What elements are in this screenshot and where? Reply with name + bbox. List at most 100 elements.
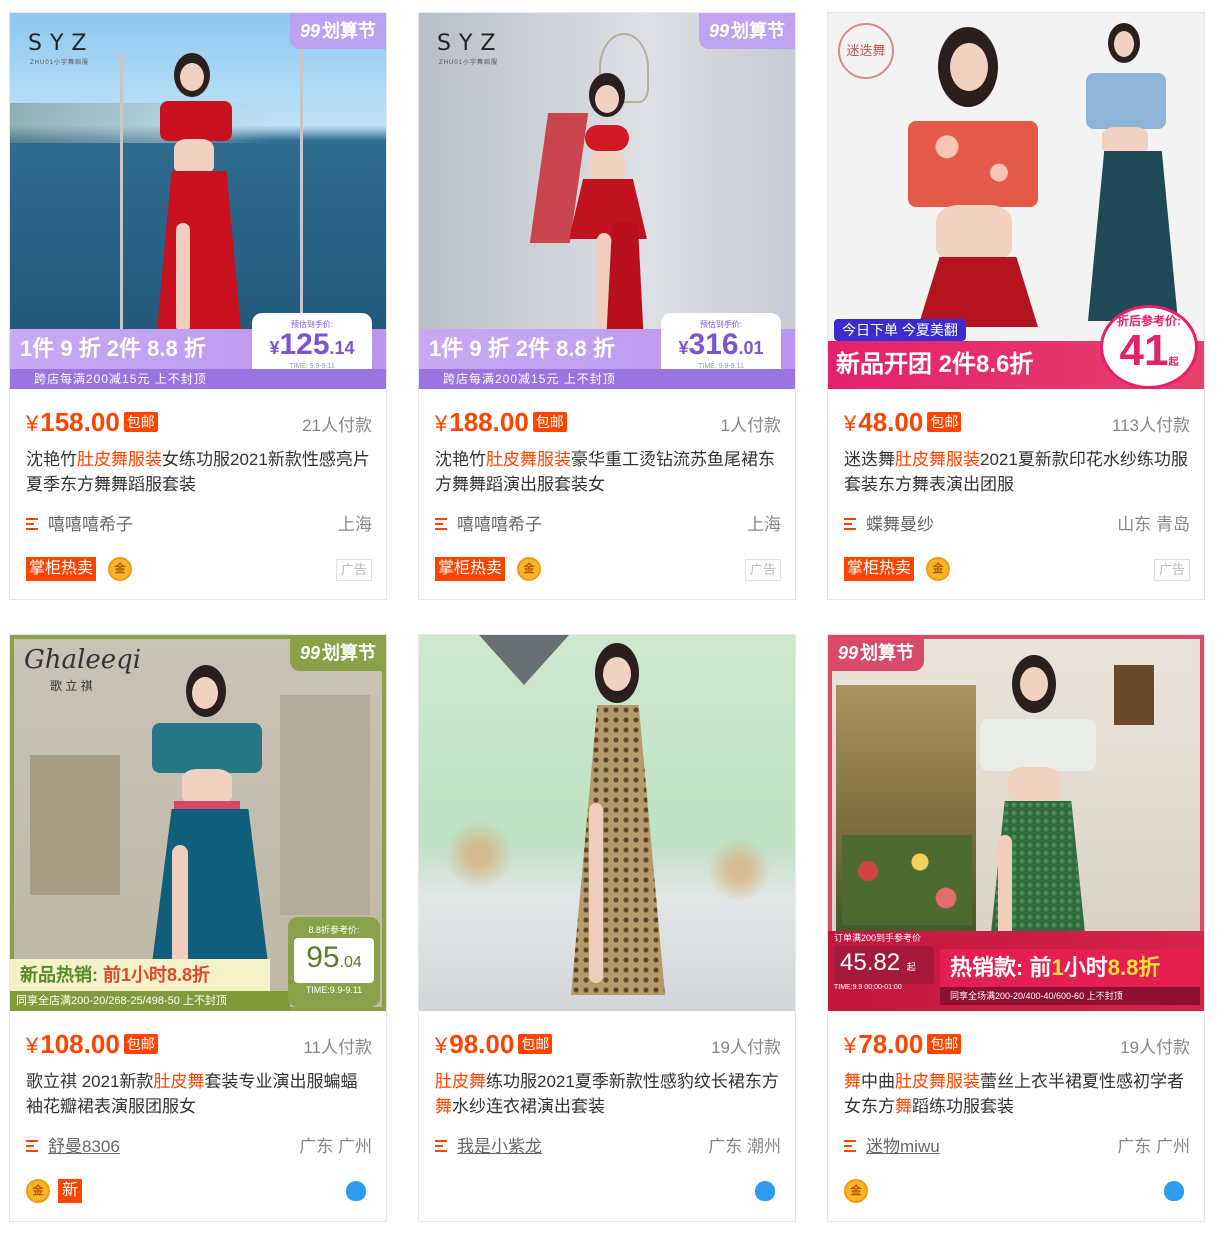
promo-subtext: 跨店每满200减15元 上不封顶 xyxy=(419,369,795,389)
promo-subtext: 同享全场满200-20/400-40/600-60 上不封顶 xyxy=(940,987,1200,1005)
product-image[interactable]: SYZ ZHU01小宇舞蹈服 99 划算节 1件 9 折 2件 8.8 折 预估到… xyxy=(10,13,386,389)
promo-band: 热销款: 前1小时8.8折 xyxy=(940,949,1200,987)
brand-subtitle: 歌 立 祺 xyxy=(50,679,93,693)
product-price: ¥48.00 包邮 xyxy=(844,407,962,438)
ad-label: 广告 xyxy=(745,559,781,581)
hot-seller-badge: 掌柜热卖 xyxy=(26,557,97,581)
product-image[interactable]: SYZ ZHU01小宇舞蹈服 99 划算节 1件 9 折 2件 8.8 折 预估到… xyxy=(419,13,795,389)
promo-banner: 订单满200到手参考价 45.82 起 TIME:9.9 00:00-01:00… xyxy=(828,931,1204,1011)
ad-label: 广告 xyxy=(336,559,372,581)
festival-badge: 99 划算节 xyxy=(289,635,386,671)
product-info: ¥98.00 包邮 19人付款 肚皮舞练功服2021夏季新款性感豹纹长裙东方舞水纱… xyxy=(419,1011,795,1221)
festival-badge: 99 划算节 xyxy=(289,13,386,49)
shop-icon xyxy=(844,1140,858,1154)
promo-price-circle: 折后参考价: 41起 xyxy=(1100,305,1198,389)
wangwang-chat-icon[interactable] xyxy=(1164,1179,1184,1203)
sales-count: 19人付款 xyxy=(711,1038,781,1057)
gold-medal-icon: 金 xyxy=(517,557,541,581)
sales-count: 19人付款 xyxy=(1120,1038,1190,1057)
product-title[interactable]: 歌立祺 2021新款肚皮舞套装专业演出服蝙蝠袖花瓣裙表演服团服女 xyxy=(26,1069,372,1119)
product-title[interactable]: 迷迭舞肚皮舞服装2021夏新款印花水纱练功服套装东方舞表演出团服 xyxy=(844,447,1190,497)
hot-seller-badge: 掌柜热卖 xyxy=(844,557,915,581)
sales-count: 21人付款 xyxy=(302,416,372,435)
shop-icon xyxy=(26,1140,40,1154)
shop-name[interactable]: 蝶舞曼纱 xyxy=(866,513,934,537)
shop-name[interactable]: 嘻嘻嘻希子 xyxy=(457,513,542,537)
promo-subtext: 跨店每满200减15元 上不封顶 xyxy=(10,369,386,389)
shop-location: 广东 广州 xyxy=(1117,1137,1190,1156)
free-shipping-badge: 包邮 xyxy=(123,412,158,432)
promo-banner: 1件 9 折 2件 8.8 折 预估到手价: ¥316.01 TIME: 9.9… xyxy=(419,313,795,389)
promo-tag: 今日下单 今夏美翻 xyxy=(834,319,966,341)
promo-banner: 1件 9 折 2件 8.8 折 预估到手价: ¥125.14 TIME: 9.9… xyxy=(10,313,386,389)
shop-icon xyxy=(435,1140,449,1154)
product-card[interactable]: ¥98.00 包邮 19人付款 肚皮舞练功服2021夏季新款性感豹纹长裙东方舞水纱… xyxy=(418,634,796,1222)
sales-count: 113人付款 xyxy=(1111,416,1190,435)
shop-icon xyxy=(435,518,449,532)
sales-count: 11人付款 xyxy=(303,1038,372,1057)
brand-logo: SYZ xyxy=(28,31,95,56)
product-price: ¥158.00 包邮 xyxy=(26,407,158,438)
promo-subtext: 同享全店满200-20/268-25/498-50 上不封顶 xyxy=(10,991,290,1011)
product-info: ¥108.00 包邮 11人付款 歌立祺 2021新款肚皮舞套装专业演出服蝙蝠袖花… xyxy=(10,1011,386,1221)
product-info: ¥188.00 包邮 1人付款 沈艳竹肚皮舞服装豪华重工烫钻流苏鱼尾裙东方舞舞蹈演… xyxy=(419,389,795,599)
product-title[interactable]: 沈艳竹肚皮舞服装豪华重工烫钻流苏鱼尾裙东方舞舞蹈演出服套装女 xyxy=(435,447,781,497)
free-shipping-badge: 包邮 xyxy=(927,1034,962,1054)
brand-logo: SYZ xyxy=(437,31,504,56)
free-shipping-badge: 包邮 xyxy=(518,1034,553,1054)
shop-location: 山东 青岛 xyxy=(1117,515,1190,534)
shop-location: 广东 潮州 xyxy=(708,1137,781,1156)
gold-medal-icon: 金 xyxy=(926,557,950,581)
product-title[interactable]: 舞中曲肚皮舞服装蕾丝上衣半裙夏性感初学者女东方舞蹈练功服套装 xyxy=(844,1069,1190,1119)
gold-medal-icon: 金 xyxy=(844,1179,868,1203)
product-price: ¥108.00 包邮 xyxy=(26,1029,158,1060)
product-image[interactable]: 99 划算节 订单满200到手参考价 45.82 起 TIME:9.9 00:00… xyxy=(828,635,1204,1011)
product-price: ¥98.00 包邮 xyxy=(435,1029,553,1060)
new-shop-badge: 新 xyxy=(58,1179,82,1203)
shop-location: 上海 xyxy=(747,515,781,534)
product-card[interactable]: 99 划算节 订单满200到手参考价 45.82 起 TIME:9.9 00:00… xyxy=(827,634,1205,1222)
brand-subtitle: ZHU01小宇舞蹈服 xyxy=(30,60,90,66)
shop-name[interactable]: 舒曼8306 xyxy=(48,1135,120,1159)
wangwang-chat-icon[interactable] xyxy=(755,1179,775,1203)
shop-location: 广东 广州 xyxy=(299,1137,372,1156)
ad-label: 广告 xyxy=(1154,559,1190,581)
product-image[interactable]: Ghaleeqi 歌 立 祺 99 划算节 新品热销: 前1小时8.8折 同享全店… xyxy=(10,635,386,1011)
brand-logo: Ghaleeqi xyxy=(24,645,142,675)
product-grid: SYZ ZHU01小宇舞蹈服 99 划算节 1件 9 折 2件 8.8 折 预估到… xyxy=(9,12,1209,1227)
promo-deal: 1件 9 折 2件 8.8 折 xyxy=(20,336,206,361)
promo-deal: 1件 9 折 2件 8.8 折 xyxy=(429,336,615,361)
product-title[interactable]: 肚皮舞练功服2021夏季新款性感豹纹长裙东方舞水纱连衣裙演出套装 xyxy=(435,1069,781,1119)
promo-price-box: 订单满200到手参考价 45.82 起 TIME:9.9 00:00-01:00 xyxy=(834,931,934,1011)
product-image[interactable] xyxy=(419,635,795,1011)
shop-location: 上海 xyxy=(338,515,372,534)
product-info: ¥158.00 包邮 21人付款 沈艳竹肚皮舞服装女练功服2021新款性感亮片夏季… xyxy=(10,389,386,599)
product-price: ¥188.00 包邮 xyxy=(435,407,567,438)
product-card[interactable]: SYZ ZHU01小宇舞蹈服 99 划算节 1件 9 折 2件 8.8 折 预估到… xyxy=(418,12,796,600)
product-image[interactable]: 迷迭舞 今日下单 今夏美翻 新品开团 2件8.6折 折后参考价: 41起 xyxy=(828,13,1204,389)
promo-banner: 今日下单 今夏美翻 新品开团 2件8.6折 折后参考价: 41起 xyxy=(828,305,1204,389)
festival-badge: 99 划算节 xyxy=(828,635,925,671)
promo-band: 新品热销: 前1小时8.8折 xyxy=(10,959,270,991)
gold-medal-icon: 金 xyxy=(108,557,132,581)
free-shipping-badge: 包邮 xyxy=(123,1034,158,1054)
free-shipping-badge: 包邮 xyxy=(927,412,962,432)
shop-name[interactable]: 嘻嘻嘻希子 xyxy=(48,513,133,537)
product-price: ¥78.00 包邮 xyxy=(844,1029,962,1060)
promo-price-box: 8.8折参考价: 95.04 TIME:9.9-9.11 xyxy=(288,917,380,1007)
product-info: ¥78.00 包邮 19人付款 舞中曲肚皮舞服装蕾丝上衣半裙夏性感初学者女东方舞蹈… xyxy=(828,1011,1204,1221)
shop-name[interactable]: 我是小紫龙 xyxy=(457,1135,542,1159)
wangwang-chat-icon[interactable] xyxy=(346,1179,366,1203)
festival-badge: 99 划算节 xyxy=(698,13,795,49)
shop-name[interactable]: 迷物miwu xyxy=(866,1135,940,1159)
free-shipping-badge: 包邮 xyxy=(532,412,567,432)
product-title[interactable]: 沈艳竹肚皮舞服装女练功服2021新款性感亮片夏季东方舞舞蹈服套装 xyxy=(26,447,372,497)
product-info: ¥48.00 包邮 113人付款 迷迭舞肚皮舞服装2021夏新款印花水纱练功服套装… xyxy=(828,389,1204,599)
gold-medal-icon: 金 xyxy=(26,1179,50,1203)
shop-icon xyxy=(844,518,858,532)
product-card[interactable]: SYZ ZHU01小宇舞蹈服 99 划算节 1件 9 折 2件 8.8 折 预估到… xyxy=(9,12,387,600)
product-card[interactable]: 迷迭舞 今日下单 今夏美翻 新品开团 2件8.6折 折后参考价: 41起 ¥48… xyxy=(827,12,1205,600)
hot-seller-badge: 掌柜热卖 xyxy=(435,557,506,581)
promo-banner: 新品热销: 前1小时8.8折 同享全店满200-20/268-25/498-50… xyxy=(10,917,386,1011)
product-card[interactable]: Ghaleeqi 歌 立 祺 99 划算节 新品热销: 前1小时8.8折 同享全店… xyxy=(9,634,387,1222)
